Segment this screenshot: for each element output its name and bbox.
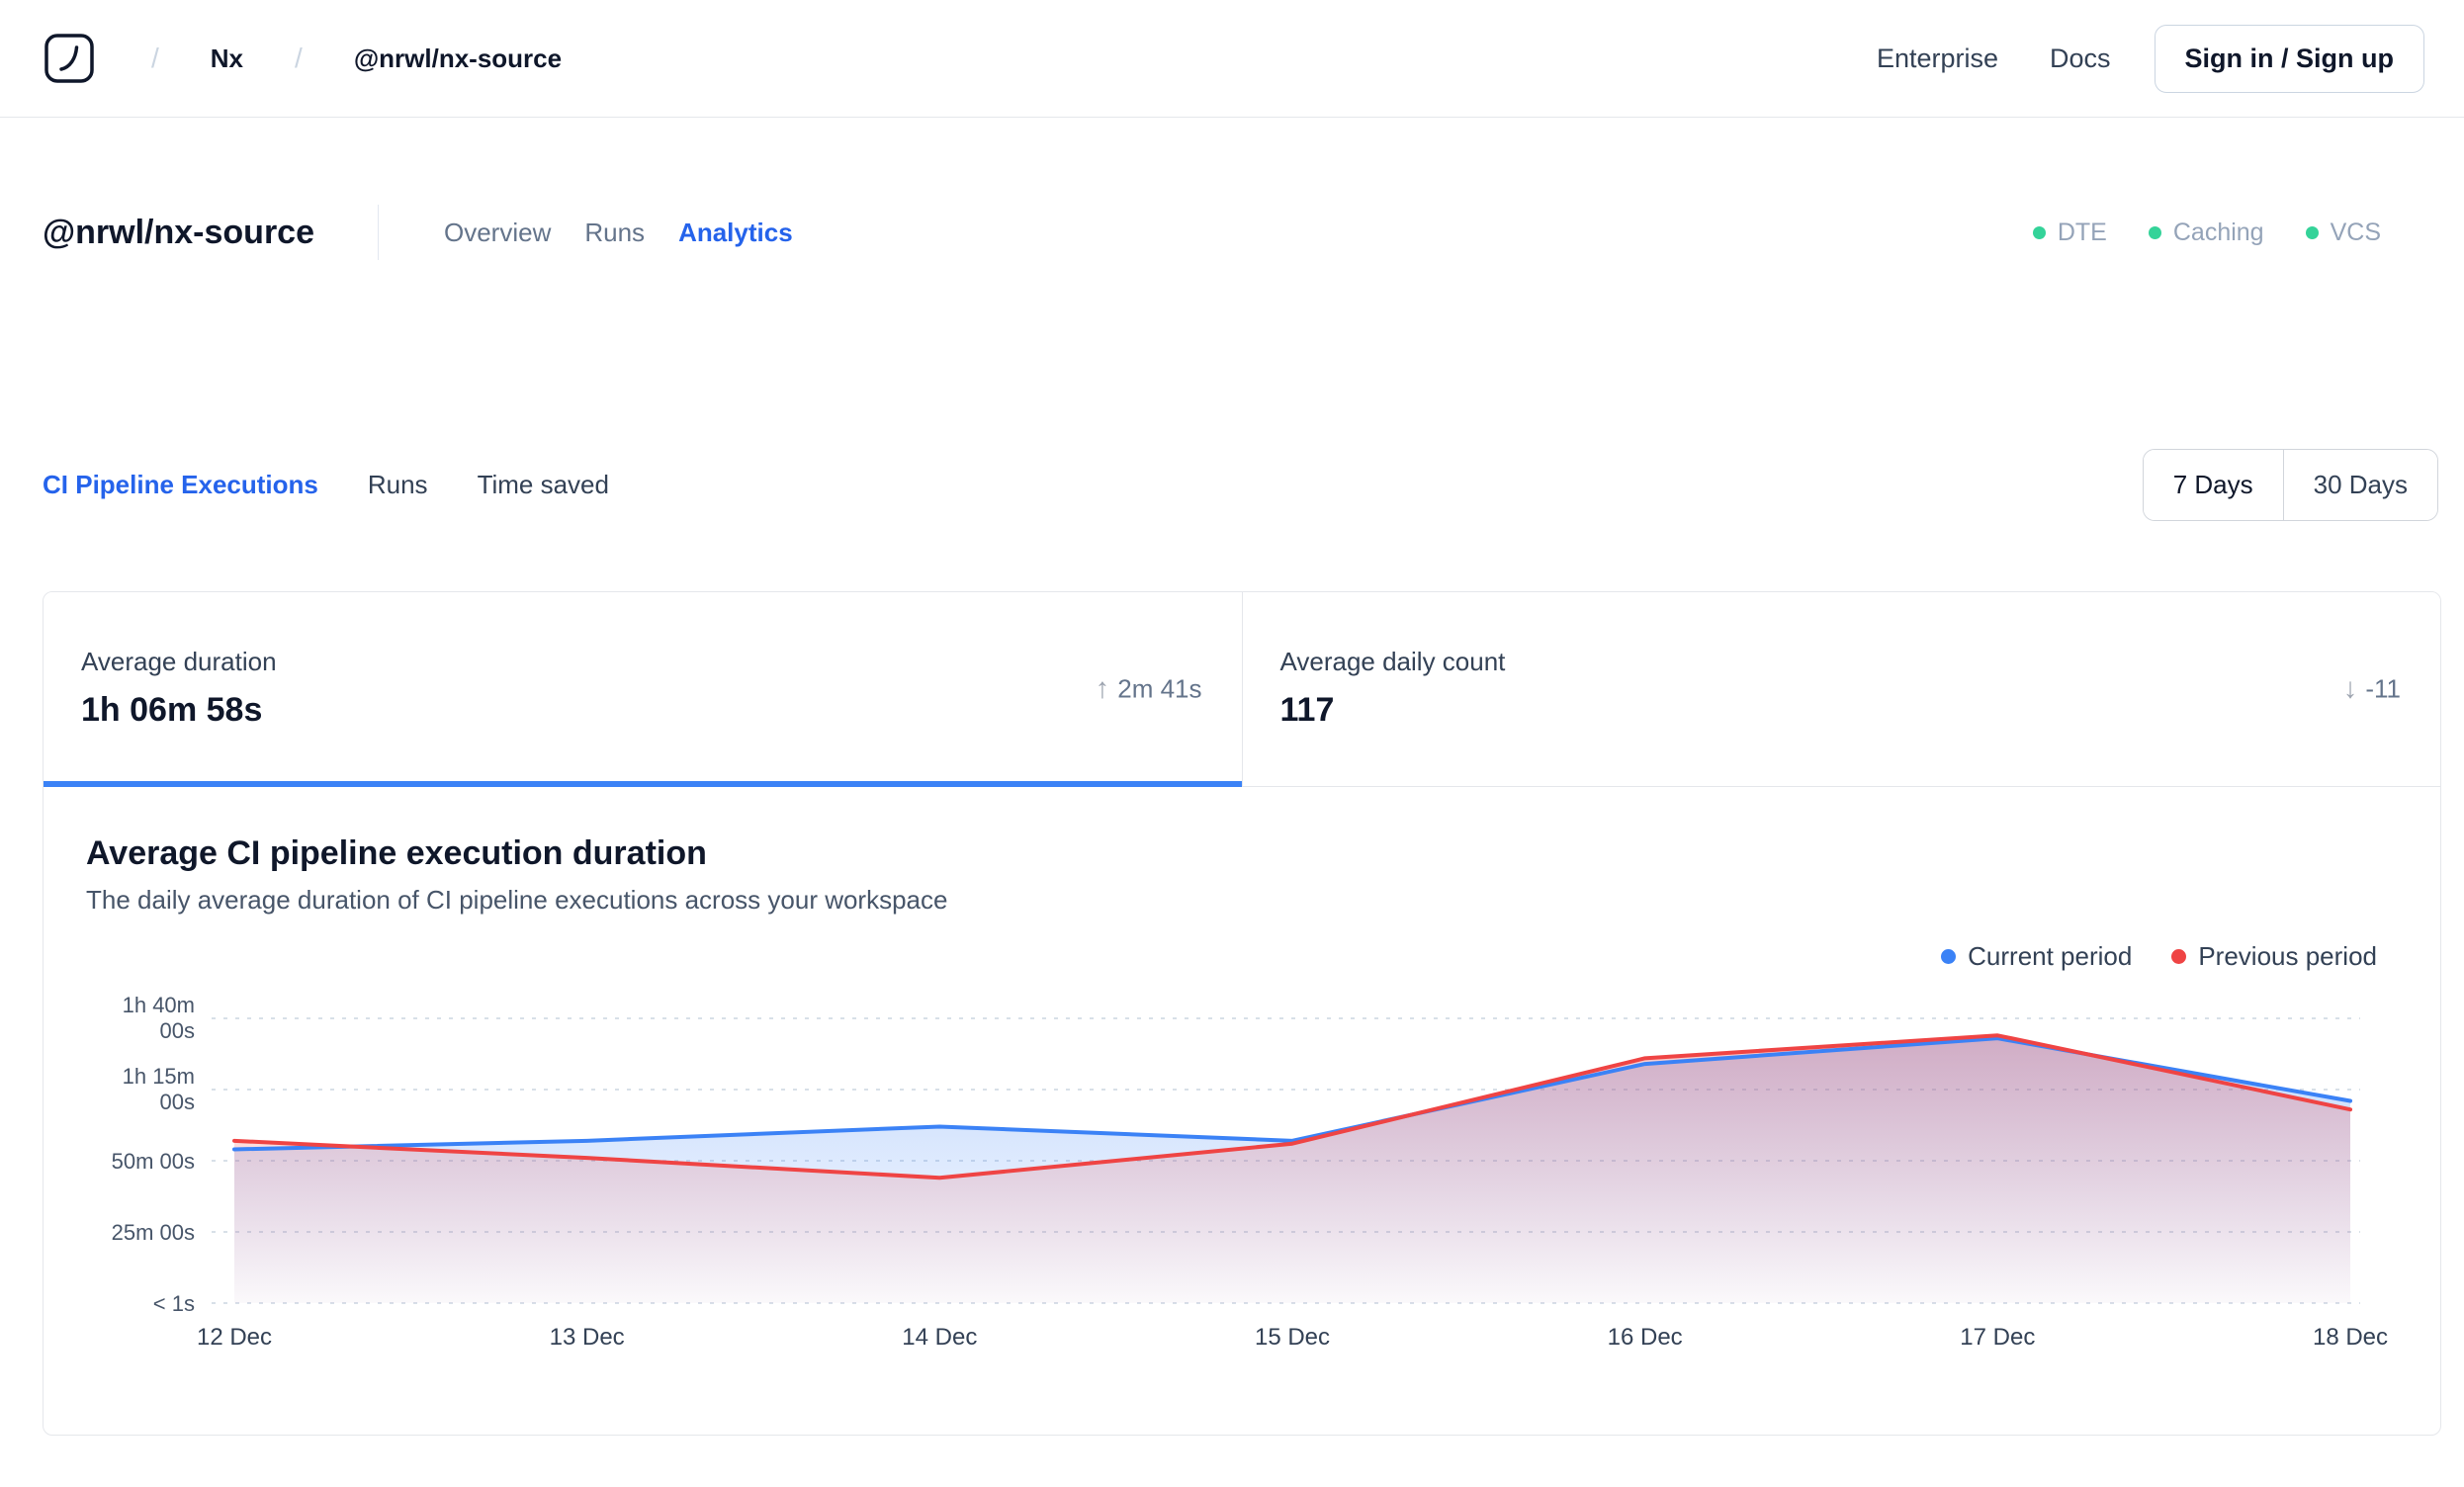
card-average-daily-count[interactable]: Average daily count 117 ↓ -11: [1242, 592, 2440, 787]
status-caching-label: Caching: [2172, 218, 2264, 246]
chart-legend: Current period Previous period: [86, 941, 2393, 972]
card-average-daily-count-label: Average daily count: [1279, 647, 1506, 676]
svg-text:15 Dec: 15 Dec: [1255, 1324, 1330, 1351]
blue-dot-icon: [1941, 949, 1957, 964]
title-divider: [378, 205, 379, 260]
arrow-down-icon: ↓: [2342, 672, 2358, 705]
top-header: / Nx / @nrwl/nx-source Enterprise Docs S…: [0, 0, 2464, 118]
metric-tab-ci-pipeline-executions[interactable]: CI Pipeline Executions: [43, 470, 318, 500]
range-option-7-days[interactable]: 7 Days: [2143, 450, 2284, 520]
analytics-panel: Average duration 1h 06m 58s ↑ 2m 41s Ave…: [43, 591, 2441, 1436]
analytics-controls-row: CI Pipeline Executions Runs Time saved 7…: [0, 449, 2464, 521]
metric-tab-time-saved[interactable]: Time saved: [478, 470, 609, 500]
card-average-daily-count-delta-value: -11: [2365, 673, 2401, 704]
tab-analytics[interactable]: Analytics: [678, 212, 793, 254]
green-dot-icon: [2148, 225, 2161, 239]
card-average-duration-label: Average duration: [81, 647, 277, 676]
svg-text:1h 15m00s: 1h 15m 00s: [123, 1064, 195, 1114]
legend-current-period-label: Current period: [1968, 941, 2133, 971]
svg-text:50m 00s: 50m 00s: [112, 1149, 195, 1174]
green-dot-icon: [2305, 225, 2319, 239]
card-average-duration-delta: ↑ 2m 41s: [1096, 673, 1202, 706]
chart-subtitle: The daily average duration of CI pipelin…: [86, 885, 948, 915]
green-dot-icon: [2032, 225, 2046, 239]
svg-text:13 Dec: 13 Dec: [550, 1324, 625, 1351]
status-caching: Caching: [2148, 218, 2264, 247]
svg-text:< 1s: < 1s: [153, 1291, 195, 1316]
summary-cards-row: Average duration 1h 06m 58s ↑ 2m 41s Ave…: [44, 592, 2440, 787]
status-vcs: VCS: [2305, 218, 2381, 247]
status-dte-label: DTE: [2057, 218, 2107, 246]
tab-overview[interactable]: Overview: [444, 212, 551, 254]
docs-link[interactable]: Docs: [2050, 44, 2111, 74]
tab-runs[interactable]: Runs: [584, 212, 645, 254]
card-average-duration-value: 1h 06m 58s: [81, 691, 263, 729]
svg-text:16 Dec: 16 Dec: [1608, 1324, 1683, 1351]
enterprise-link[interactable]: Enterprise: [1877, 44, 1998, 74]
date-range-toggle: 7 Days 30 Days: [2142, 449, 2438, 521]
svg-text:14 Dec: 14 Dec: [902, 1324, 977, 1351]
red-dot-icon: [2171, 949, 2187, 964]
breadcrumb: / Nx / @nrwl/nx-source: [151, 43, 562, 74]
legend-previous-period-label: Previous period: [2198, 941, 2377, 971]
svg-text:12 Dec: 12 Dec: [197, 1324, 272, 1351]
header-nav: Enterprise Docs: [1877, 44, 2111, 74]
chart-title: Average CI pipeline execution duration: [86, 834, 707, 872]
status-vcs-label: VCS: [2330, 218, 2381, 246]
svg-text:25m 00s: 25m 00s: [112, 1220, 195, 1245]
card-average-daily-count-delta: ↓ -11: [2343, 673, 2401, 706]
metric-tab-runs[interactable]: Runs: [368, 470, 428, 500]
status-dte: DTE: [2032, 218, 2107, 247]
breadcrumb-repo[interactable]: @nrwl/nx-source: [354, 44, 562, 74]
breadcrumb-separator: /: [295, 43, 303, 73]
svg-text:18 Dec: 18 Dec: [2313, 1324, 2388, 1351]
card-average-duration-delta-value: 2m 41s: [1117, 673, 1202, 704]
svg-text:1h 40m00s: 1h 40m 00s: [123, 993, 195, 1043]
arrow-up-icon: ↑: [1095, 672, 1110, 705]
page-title: @nrwl/nx-source: [43, 213, 314, 251]
active-card-indicator: [44, 781, 1242, 787]
workspace-title-row: @nrwl/nx-source Overview Runs Analytics …: [0, 205, 2464, 260]
metric-tabs: CI Pipeline Executions Runs Time saved: [43, 470, 609, 500]
breadcrumb-separator: /: [151, 43, 159, 73]
card-average-duration[interactable]: Average duration 1h 06m 58s ↑ 2m 41s: [44, 592, 1243, 787]
status-indicators: DTE Caching VCS: [2032, 218, 2381, 247]
signin-button[interactable]: Sign in / Sign up: [2154, 24, 2424, 93]
legend-previous-period: Previous period: [2171, 941, 2377, 972]
workspace-tabs: Overview Runs Analytics: [444, 212, 793, 254]
range-option-30-days[interactable]: 30 Days: [2283, 450, 2437, 520]
chart-section: Average CI pipeline execution duration T…: [44, 787, 2440, 1435]
legend-current-period: Current period: [1941, 941, 2132, 972]
svg-text:17 Dec: 17 Dec: [1960, 1324, 2035, 1351]
breadcrumb-org[interactable]: Nx: [211, 44, 243, 74]
nx-cloud-logo-icon: [44, 34, 94, 83]
nx-cloud-logo[interactable]: [43, 32, 96, 85]
card-average-daily-count-value: 117: [1279, 691, 1335, 729]
duration-chart-svg: 1h 40m 00s 1h 15m 00s 50m 00s 25m 00s < 1s12 D…: [112, 993, 2388, 1351]
